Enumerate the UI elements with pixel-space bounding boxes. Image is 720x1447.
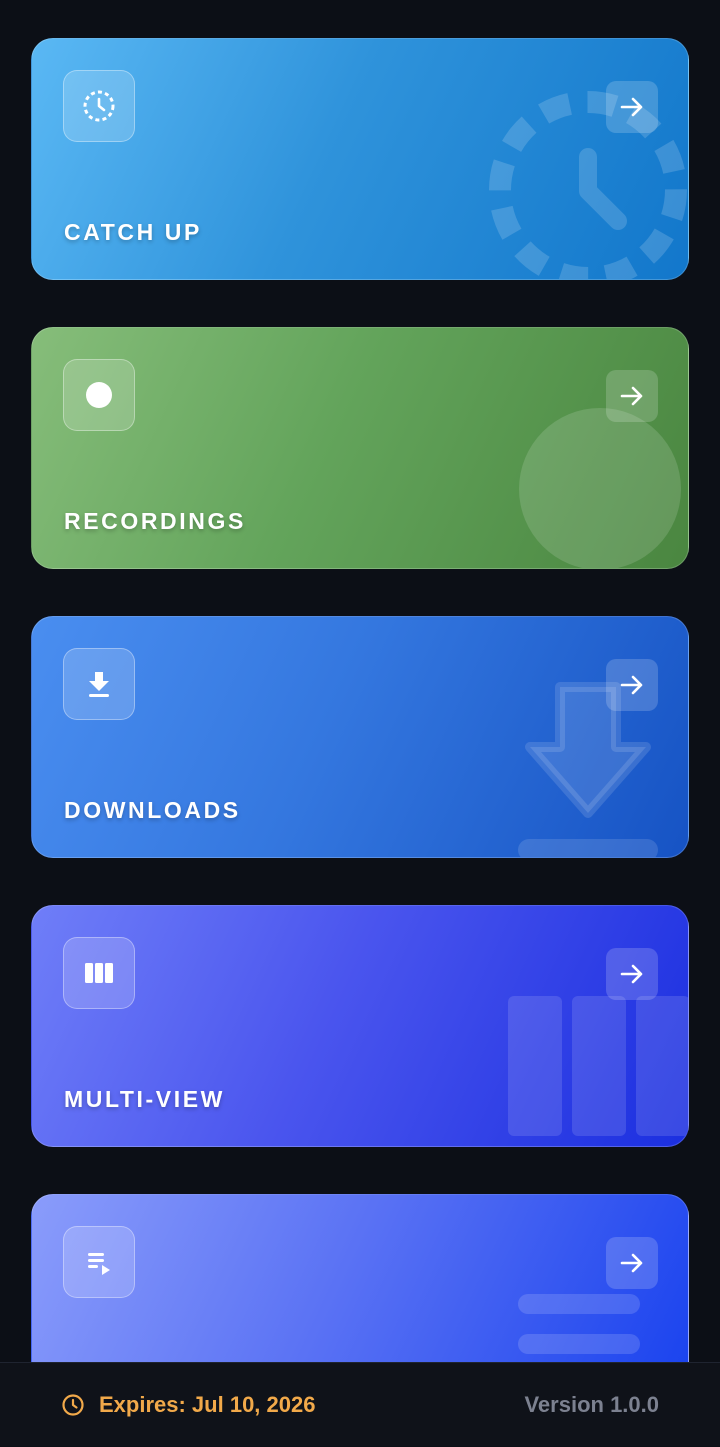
list-background-icon xyxy=(518,1294,640,1354)
recordings-icon-box xyxy=(63,359,135,431)
multi-view-open-button[interactable] xyxy=(606,948,658,1000)
recordings-open-button[interactable] xyxy=(606,370,658,422)
card-title: RECORDINGS xyxy=(64,508,246,534)
playlist-card[interactable] xyxy=(31,1194,689,1362)
recordings-card[interactable]: RECORDINGS xyxy=(31,327,689,569)
clock-background-icon xyxy=(489,91,687,279)
footer-bar: Expires: Jul 10, 2026 Version 1.0.0 xyxy=(0,1362,720,1446)
arrow-right-icon xyxy=(620,675,643,695)
clock-icon xyxy=(62,1394,84,1416)
card-title: CATCH UP xyxy=(64,219,202,245)
catch-up-card[interactable]: CATCH UP xyxy=(31,38,689,280)
record-dot-icon xyxy=(86,382,112,408)
playlist-icon-box xyxy=(63,1226,135,1298)
expiry-text: Expires: Jul 10, 2026 xyxy=(99,1392,316,1417)
playlist-icon xyxy=(88,1253,110,1275)
card-title: DOWNLOADS xyxy=(64,797,241,823)
catch-up-icon-box xyxy=(63,70,135,142)
arrow-right-icon xyxy=(620,1253,643,1273)
expiry-info: Expires: Jul 10, 2026 xyxy=(61,1363,315,1447)
multi-view-icon-box xyxy=(63,937,135,1009)
clock-dashed-icon xyxy=(83,90,115,122)
arrow-right-icon xyxy=(620,386,643,406)
arrow-right-icon xyxy=(620,964,643,984)
catch-up-open-button[interactable] xyxy=(606,81,658,133)
downloads-open-button[interactable] xyxy=(606,659,658,711)
download-icon xyxy=(89,672,109,697)
playlist-open-button[interactable] xyxy=(606,1237,658,1289)
downloads-card[interactable]: DOWNLOADS xyxy=(31,616,689,858)
multi-view-card[interactable]: MULTI-VIEW xyxy=(31,905,689,1147)
downloads-icon-box xyxy=(63,648,135,720)
download-background-icon xyxy=(518,682,658,857)
columns-background-icon xyxy=(508,996,688,1136)
version-text: Version 1.0.0 xyxy=(524,1392,659,1417)
record-background-icon xyxy=(519,408,681,568)
arrow-right-icon xyxy=(620,97,643,117)
menu-card-list: CATCH UP RECORDINGS DOWNLOADS MULTI-VIEW xyxy=(0,0,720,1362)
card-title: MULTI-VIEW xyxy=(64,1086,225,1112)
columns-icon xyxy=(85,963,113,983)
